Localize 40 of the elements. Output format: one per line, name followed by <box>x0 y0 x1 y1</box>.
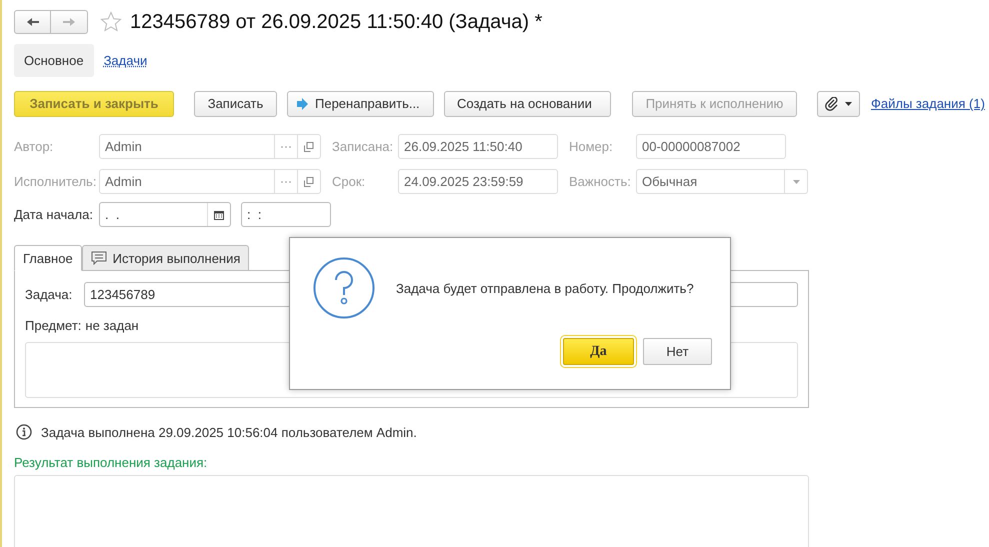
result-label: Результат выполнения задания: <box>14 455 208 470</box>
caret-icon <box>845 102 852 106</box>
paperclip-icon <box>825 96 839 110</box>
field-label: Задача: <box>25 286 74 302</box>
window-icon <box>304 176 314 186</box>
nav-tab[interactable]: Основное <box>14 44 94 77</box>
panel-tab[interactable]: История выполнения <box>82 245 250 271</box>
field-label: Предмет: <box>25 318 82 332</box>
toolbar-button[interactable]: Записать <box>194 90 277 116</box>
comment-icon <box>90 251 107 265</box>
redirect-button[interactable]: Перенаправить... <box>287 90 434 116</box>
field-label: Автор: <box>14 139 54 154</box>
field-label: Записана: <box>332 139 394 154</box>
caret-icon <box>792 180 800 184</box>
back-button[interactable] <box>14 10 51 34</box>
create-based-on-button[interactable]: Создать на основании <box>444 90 611 116</box>
nav-tab[interactable]: Задачи <box>94 44 158 77</box>
arrow-right-icon <box>296 98 309 110</box>
dialog-message: Задача будет отправлена в работу. Продолжить? <box>396 280 694 296</box>
panel-tab[interactable]: Главное <box>14 245 82 271</box>
calendar-icon <box>214 210 224 220</box>
no-button[interactable]: Нет <box>643 338 712 365</box>
subject-value: не задан <box>85 318 139 332</box>
field-label: Важность: <box>569 174 632 189</box>
info-icon <box>16 424 32 440</box>
back-arrow-icon <box>26 17 40 27</box>
info-message: Задача выполнена 29.09.2025 10:56:04 пользователем Admin. <box>41 424 417 440</box>
window-icon <box>304 142 314 152</box>
field-label: Дата начала: <box>14 207 94 222</box>
window-title: 123456789 от 26.09.2025 11:50:40 (Задача) * <box>130 10 542 34</box>
field-label: Срок: <box>332 174 366 189</box>
field-label: Номер: <box>569 139 614 154</box>
files-link[interactable]: Файлы задания (1) <box>871 96 985 111</box>
forward-arrow-icon <box>62 17 76 27</box>
time-field[interactable]: : : <box>241 202 331 227</box>
yes-button[interactable]: Да <box>563 338 634 365</box>
field-label: Исполнитель: <box>14 174 98 189</box>
attach-button[interactable] <box>817 90 860 116</box>
question-icon <box>313 257 375 319</box>
date-field[interactable]: . . <box>99 202 231 227</box>
